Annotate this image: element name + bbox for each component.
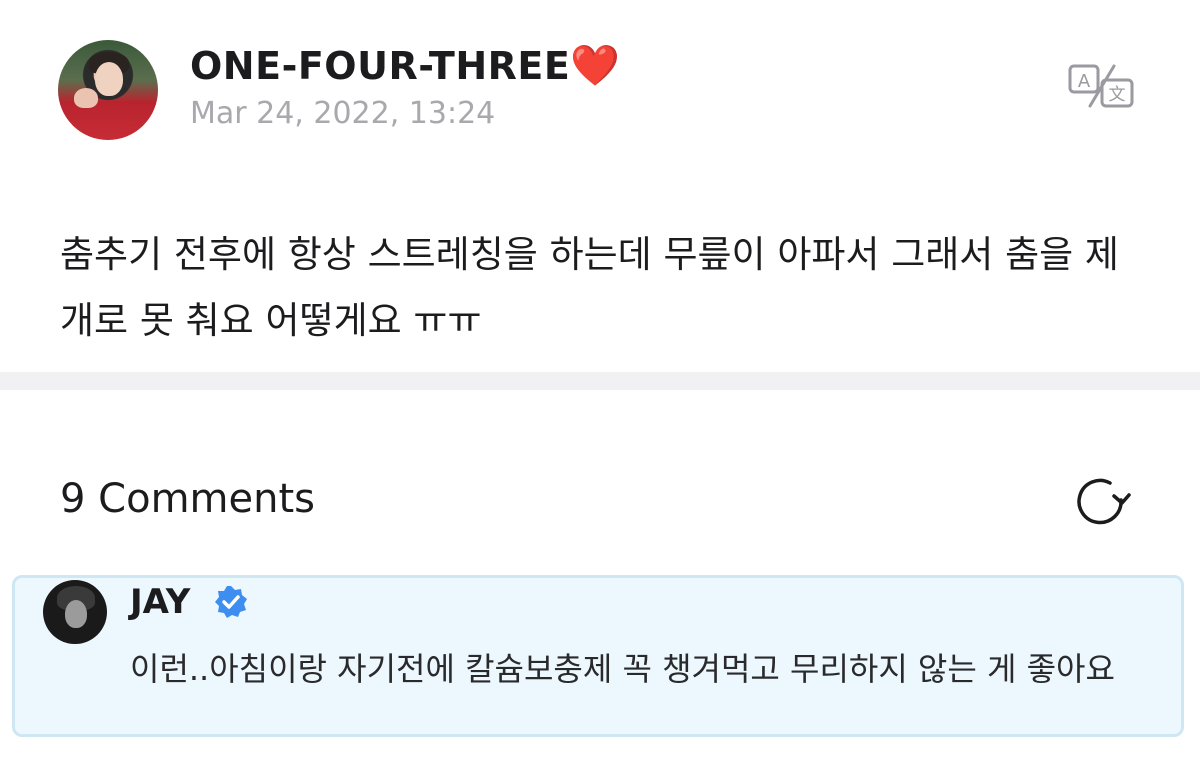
section-divider xyxy=(0,372,1200,390)
comments-count: 9 Comments xyxy=(60,476,315,522)
author-name[interactable]: ONE-FOUR-THREE❤️ xyxy=(190,42,621,89)
comment-avatar-face xyxy=(65,600,87,628)
comment-item[interactable]: JAY 이런..아침이랑 자기전에 칼슘보충제 꼭 챙겨먹고 무리하지 않는 게… xyxy=(12,575,1184,737)
comment-text: 이런..아침이랑 자기전에 칼슘보충제 꼭 챙겨먹고 무리하지 않는 게 좋아요 xyxy=(130,650,1115,688)
comment-author[interactable]: JAY xyxy=(130,582,190,622)
refresh-icon-svg xyxy=(1077,478,1131,525)
comment-avatar[interactable] xyxy=(43,580,107,644)
translate-icon-svg: A 文 xyxy=(1068,64,1134,108)
post-date: Mar 24, 2022, 13:24 xyxy=(190,96,496,131)
post: ONE-FOUR-THREE❤️ Mar 24, 2022, 13:24 A 文… xyxy=(0,0,1200,372)
avatar-hands xyxy=(74,88,98,108)
heart-icon: ❤️ xyxy=(570,43,621,89)
author-avatar[interactable] xyxy=(58,40,158,140)
verified-badge-icon xyxy=(213,584,249,620)
refresh-icon[interactable] xyxy=(1072,474,1132,530)
verified-badge-svg xyxy=(215,586,247,618)
svg-text:文: 文 xyxy=(1109,85,1126,105)
avatar-face xyxy=(95,62,123,96)
author-name-text: ONE-FOUR-THREE xyxy=(190,44,571,88)
translate-icon[interactable]: A 文 xyxy=(1066,62,1138,110)
post-body: 춤추기 전후에 항상 스트레칭을 하는데 무릎이 아파서 그래서 춤을 제개로 … xyxy=(60,233,1119,342)
svg-text:A: A xyxy=(1078,71,1091,92)
